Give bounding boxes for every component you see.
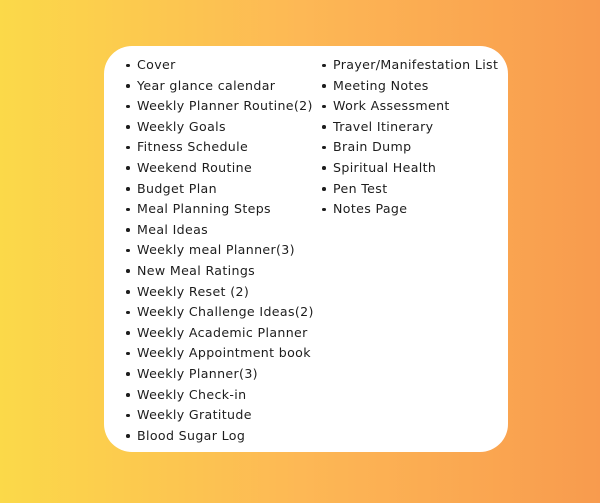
bullet-icon bbox=[126, 84, 130, 88]
bullet-icon bbox=[126, 125, 130, 129]
content-card: Cover Year glance calendar Weekly Planner … bbox=[104, 46, 508, 452]
list-item: Fitness Schedule bbox=[123, 137, 323, 158]
list-item: Weekend Routine bbox=[123, 158, 323, 179]
list-item-label: Weekly Planner(3) bbox=[137, 365, 258, 381]
bullet-icon bbox=[126, 228, 130, 232]
list-item: Weekly Check-in bbox=[123, 385, 323, 406]
list-item-label: Notes Page bbox=[333, 201, 408, 217]
list-item-label: Weekly Check-in bbox=[137, 386, 247, 402]
bullet-icon bbox=[126, 207, 130, 212]
bullet-icon bbox=[322, 63, 326, 68]
list-item-label: Fitness Schedule bbox=[137, 139, 249, 155]
bullet-icon bbox=[322, 166, 326, 171]
bullet-icon bbox=[126, 413, 130, 418]
bullet-icon bbox=[126, 145, 130, 150]
list-item: Weekly Reset (2) bbox=[123, 282, 323, 303]
list-item-label: Pen Test bbox=[333, 180, 388, 196]
list-item-label: Travel Itinerary bbox=[333, 118, 434, 134]
right-column: Prayer/Manifestation List Meeting Notes Wo… bbox=[319, 55, 508, 220]
right-column-list: Prayer/Manifestation List Meeting Notes Wo… bbox=[319, 55, 508, 220]
list-item: Pen Test bbox=[319, 179, 508, 200]
list-item: Year glance calendar bbox=[123, 76, 323, 97]
bullet-icon bbox=[322, 145, 326, 150]
list-item-label: Weekly Planner Routine(2) bbox=[137, 98, 313, 114]
list-item: New Meal Ratings bbox=[123, 261, 323, 282]
page-background: Cover Year glance calendar Weekly Planner … bbox=[0, 0, 600, 503]
bullet-icon bbox=[126, 393, 130, 397]
bullet-icon bbox=[126, 434, 130, 438]
bullet-icon bbox=[126, 104, 130, 109]
list-item-label: Weekly meal Planner(3) bbox=[137, 242, 295, 258]
list-item: Travel Itinerary bbox=[319, 117, 508, 138]
left-column-list: Cover Year glance calendar Weekly Planner … bbox=[123, 55, 323, 446]
bullet-icon bbox=[126, 331, 130, 335]
bullet-icon bbox=[126, 187, 130, 191]
list-item: Budget Plan bbox=[123, 179, 323, 200]
list-item-label: Weekend Routine bbox=[137, 159, 253, 175]
list-item: Weekly Academic Planner bbox=[123, 323, 323, 344]
list-item-label: Spiritual Health bbox=[333, 159, 437, 175]
bullet-icon bbox=[126, 290, 130, 294]
left-column: Cover Year glance calendar Weekly Planner … bbox=[123, 55, 323, 446]
list-item: Weekly Challenge Ideas(2) bbox=[123, 302, 323, 323]
list-item-label: Weekly Reset (2) bbox=[137, 283, 250, 299]
list-item-label: Brain Dump bbox=[333, 139, 412, 155]
list-item-label: Meal Ideas bbox=[137, 221, 209, 237]
bullet-icon bbox=[126, 166, 130, 171]
list-item-label: Weekly Academic Planner bbox=[137, 324, 308, 340]
list-item: Weekly Planner(3) bbox=[123, 364, 323, 385]
list-item: Weekly meal Planner(3) bbox=[123, 240, 323, 261]
list-item-label: Year glance calendar bbox=[137, 77, 276, 93]
list-item: Blood Sugar Log bbox=[123, 426, 323, 447]
list-item-label: Meal Planning Steps bbox=[137, 201, 271, 217]
list-item: Brain Dump bbox=[319, 137, 508, 158]
list-item-label: Work Assessment bbox=[333, 98, 450, 114]
list-item: Cover bbox=[123, 55, 323, 76]
list-item: Meeting Notes bbox=[319, 76, 508, 97]
bullet-icon bbox=[322, 104, 326, 109]
list-item-label: Prayer/Manifestation List bbox=[333, 57, 499, 72]
bullet-icon bbox=[322, 125, 326, 129]
list-item-label: Cover bbox=[137, 57, 176, 72]
list-item: Weekly Appointment book bbox=[123, 343, 323, 364]
bullet-icon bbox=[126, 248, 130, 253]
list-item-label: Weekly Goals bbox=[137, 118, 226, 134]
list-item: Work Assessment bbox=[319, 96, 508, 117]
bullet-icon bbox=[322, 207, 326, 212]
list-item-label: Weekly Challenge Ideas(2) bbox=[137, 304, 314, 320]
list-item-label: Blood Sugar Log bbox=[137, 427, 246, 443]
bullet-icon bbox=[126, 269, 130, 274]
bullet-icon bbox=[126, 63, 130, 68]
list-item-label: Meeting Notes bbox=[333, 77, 429, 93]
list-item: Weekly Planner Routine(2) bbox=[123, 96, 323, 117]
bullet-icon bbox=[126, 372, 130, 376]
bullet-icon bbox=[322, 84, 326, 88]
list-item: Spiritual Health bbox=[319, 158, 508, 179]
list-item: Meal Ideas bbox=[123, 220, 323, 241]
bullet-icon bbox=[126, 310, 130, 315]
list-item: Weekly Gratitude bbox=[123, 405, 323, 426]
list-item: Meal Planning Steps bbox=[123, 199, 323, 220]
list-item: Prayer/Manifestation List bbox=[319, 55, 508, 76]
list-columns: Cover Year glance calendar Weekly Planner … bbox=[104, 46, 508, 452]
list-item: Weekly Goals bbox=[123, 117, 323, 138]
list-item-label: Budget Plan bbox=[137, 180, 217, 196]
bullet-icon bbox=[126, 351, 130, 356]
list-item: Notes Page bbox=[319, 199, 508, 220]
list-item-label: New Meal Ratings bbox=[137, 262, 256, 278]
list-item-label: Weekly Appointment book bbox=[137, 345, 311, 361]
bullet-icon bbox=[322, 187, 326, 191]
list-item-label: Weekly Gratitude bbox=[137, 407, 252, 423]
